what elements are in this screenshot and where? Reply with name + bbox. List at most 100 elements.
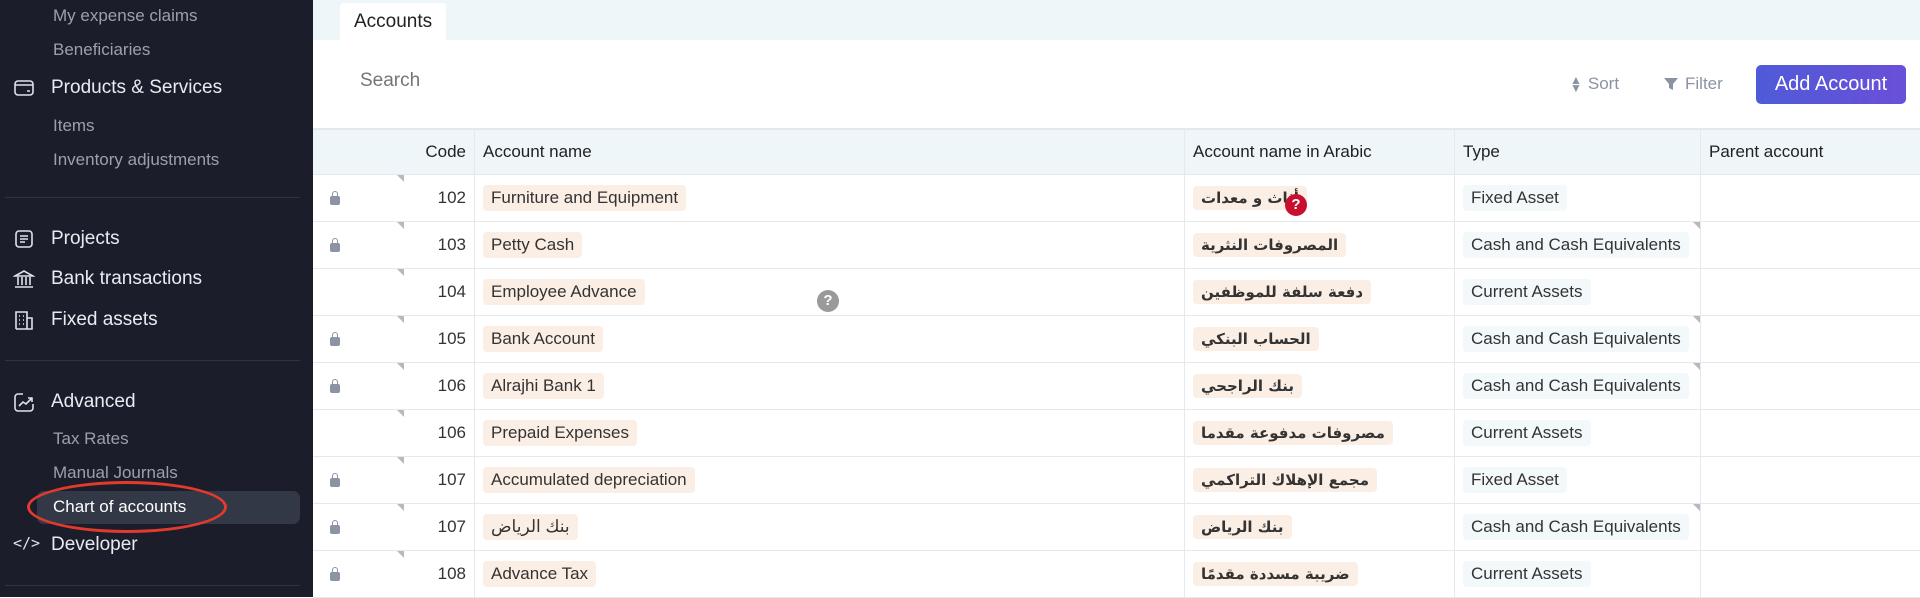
sort-button[interactable]: ▲ ▼ Sort [1570, 74, 1619, 94]
table-row[interactable]: 106 Alrajhi Bank 1 بنك الراجحي Cash and Cas… [313, 363, 1920, 410]
filter-button[interactable]: Filter [1663, 74, 1723, 94]
header-arabic-name[interactable]: Account name in Arabic [1184, 130, 1454, 174]
account-name-arabic[interactable]: ضريبة مسددة مقدمًا [1193, 562, 1358, 586]
type-cell[interactable]: Cash and Cash Equivalents [1454, 222, 1700, 268]
account-name-cell[interactable]: Prepaid Expenses [474, 410, 1184, 456]
header-parent-account[interactable]: Parent account [1700, 130, 1920, 174]
account-name-arabic[interactable]: مصروفات مدفوعة مقدما [1193, 421, 1393, 445]
parent-account-cell[interactable] [1700, 222, 1920, 268]
sidebar-item-products-services[interactable]: Products & Services [51, 77, 222, 99]
account-name-cell[interactable]: Petty Cash [474, 222, 1184, 268]
type-cell[interactable]: Fixed Asset [1454, 457, 1700, 503]
table-row[interactable]: 107 Accumulated depreciation مجمع الإهلاك … [313, 457, 1920, 504]
lock-cell [313, 504, 404, 550]
parent-account-cell[interactable] [1700, 363, 1920, 409]
parent-account-cell[interactable] [1700, 410, 1920, 456]
account-name-arabic[interactable]: مجمع الإهلاك التراكمي [1193, 468, 1378, 492]
arabic-name-cell[interactable]: بنك الرياض [1184, 504, 1454, 550]
table-row[interactable]: 104 Employee Advance دفعة سلفة للموظفين Cur… [313, 269, 1920, 316]
account-name-cell[interactable]: Bank Account [474, 316, 1184, 362]
account-name-arabic[interactable]: المصروفات النثرية [1193, 233, 1347, 257]
sidebar-divider [5, 360, 300, 361]
parent-account-cell[interactable] [1700, 551, 1920, 597]
account-name[interactable]: Advance Tax [483, 561, 597, 587]
account-type: Cash and Cash Equivalents [1463, 373, 1689, 399]
parent-account-cell[interactable] [1700, 457, 1920, 503]
tab-accounts[interactable]: Accounts [340, 3, 447, 41]
type-cell[interactable]: Fixed Asset [1454, 175, 1700, 221]
table-row[interactable]: 107 بنك الرياض بنك الرياض Cash and Cash Equ… [313, 504, 1920, 551]
arabic-name-cell[interactable]: ضريبة مسددة مقدمًا [1184, 551, 1454, 597]
account-name[interactable]: Furniture and Equipment [483, 185, 687, 211]
cell-marker [397, 175, 404, 182]
header-type[interactable]: Type [1454, 130, 1700, 174]
sidebar-item-my-expense-claims[interactable]: My expense claims [53, 6, 198, 26]
search-input[interactable] [360, 70, 760, 92]
account-name-cell[interactable]: Accumulated depreciation [474, 457, 1184, 503]
lock-cell [313, 316, 404, 362]
type-cell[interactable]: Current Assets [1454, 551, 1700, 597]
account-name[interactable]: Alrajhi Bank 1 [483, 373, 604, 399]
header-code[interactable]: Code [404, 130, 474, 174]
account-name[interactable]: Petty Cash [483, 232, 583, 258]
parent-account-cell[interactable] [1700, 175, 1920, 221]
code-cell: 106 [437, 423, 466, 442]
main-content: Accounts ▲▼ Sort Filter Add Account Code… [313, 0, 1920, 598]
sidebar-item-projects[interactable]: Projects [51, 228, 120, 250]
code-cell: 108 [437, 564, 466, 583]
parent-account-cell[interactable] [1700, 316, 1920, 362]
account-name[interactable]: Prepaid Expenses [483, 420, 637, 446]
cell-marker [397, 363, 404, 370]
account-name-cell[interactable]: Alrajhi Bank 1 [474, 363, 1184, 409]
type-cell[interactable]: Cash and Cash Equivalents [1454, 363, 1700, 409]
arabic-name-cell[interactable]: دفعة سلفة للموظفين [1184, 269, 1454, 315]
arabic-name-cell[interactable]: أثاث و معدات [1184, 175, 1454, 221]
arabic-name-cell[interactable]: بنك الراجحي [1184, 363, 1454, 409]
type-cell[interactable]: Current Assets [1454, 410, 1700, 456]
arabic-name-cell[interactable]: مجمع الإهلاك التراكمي [1184, 457, 1454, 503]
account-name[interactable]: Bank Account [483, 326, 603, 352]
sidebar-item-bank-transactions[interactable]: Bank transactions [51, 268, 202, 290]
cell-marker [1693, 363, 1700, 370]
arabic-name-cell[interactable]: المصروفات النثرية [1184, 222, 1454, 268]
account-name-cell[interactable]: Advance Tax [474, 551, 1184, 597]
account-name-arabic[interactable]: دفعة سلفة للموظفين [1193, 280, 1372, 304]
account-name-cell[interactable]: بنك الرياض [474, 504, 1184, 550]
add-account-button[interactable]: Add Account [1756, 65, 1906, 104]
table-row[interactable]: 105 Bank Account الحساب البنكي Cash and Cas… [313, 316, 1920, 363]
sidebar-item-items[interactable]: Items [53, 116, 95, 136]
table-row[interactable]: 108 Advance Tax ضريبة مسددة مقدمًا Current … [313, 551, 1920, 598]
account-name-cell[interactable]: Furniture and Equipment [474, 175, 1184, 221]
account-name[interactable]: Employee Advance [483, 279, 645, 305]
account-type: Current Assets [1463, 279, 1591, 305]
sidebar-item-fixed-assets[interactable]: Fixed assets [51, 309, 158, 331]
account-name[interactable]: Accumulated depreciation [483, 467, 695, 493]
cell-marker [1693, 504, 1700, 511]
account-name-arabic[interactable]: الحساب البنكي [1193, 327, 1319, 351]
table-row[interactable]: 106 Prepaid Expenses مصروفات مدفوعة مقدما C… [313, 410, 1920, 457]
table-row[interactable]: 103 Petty Cash المصروفات النثرية Cash and C… [313, 222, 1920, 269]
header-account-name[interactable]: Account name [474, 130, 1184, 174]
account-name-arabic[interactable]: بنك الرياض [1193, 515, 1292, 539]
arabic-name-cell[interactable]: الحساب البنكي [1184, 316, 1454, 362]
parent-account-cell[interactable] [1700, 504, 1920, 550]
cell-marker [397, 222, 404, 229]
account-name-arabic[interactable]: بنك الراجحي [1193, 374, 1302, 398]
type-cell[interactable]: Cash and Cash Equivalents [1454, 504, 1700, 550]
sidebar-item-developer[interactable]: Developer [51, 534, 138, 556]
help-icon[interactable]: ? [1285, 194, 1307, 216]
cell-marker [397, 551, 404, 558]
sidebar-item-advanced[interactable]: Advanced [51, 391, 136, 413]
sidebar-item-beneficiaries[interactable]: Beneficiaries [53, 40, 150, 60]
account-name[interactable]: بنك الرياض [483, 514, 578, 540]
parent-account-cell[interactable] [1700, 269, 1920, 315]
sidebar-item-manual-journals[interactable]: Manual Journals [53, 463, 178, 483]
sidebar-item-inventory-adjustments[interactable]: Inventory adjustments [53, 150, 219, 170]
code-icon: </> [13, 534, 41, 552]
type-cell[interactable]: Cash and Cash Equivalents [1454, 316, 1700, 362]
type-cell[interactable]: Current Assets [1454, 269, 1700, 315]
table-row[interactable]: 102 Furniture and Equipment أثاث و معدات Fi… [313, 175, 1920, 222]
arabic-name-cell[interactable]: مصروفات مدفوعة مقدما [1184, 410, 1454, 456]
help-icon[interactable]: ? [817, 290, 839, 312]
sidebar-item-tax-rates[interactable]: Tax Rates [53, 429, 129, 449]
